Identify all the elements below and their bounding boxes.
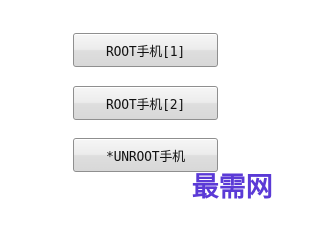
unroot-phone-button[interactable]: *UNROOT手机 <box>73 138 218 172</box>
site-watermark: 最需网 <box>192 170 292 206</box>
watermark-text: 最需网 <box>192 172 273 203</box>
unroot-phone-label: *UNROOT手机 <box>106 149 185 165</box>
root-phone-2-label: ROOT手机[2] <box>106 97 185 113</box>
root-phone-1-label: ROOT手机[1] <box>106 44 185 60</box>
root-phone-2-button[interactable]: ROOT手机[2] <box>73 86 218 120</box>
root-phone-1-button[interactable]: ROOT手机[1] <box>73 33 218 67</box>
